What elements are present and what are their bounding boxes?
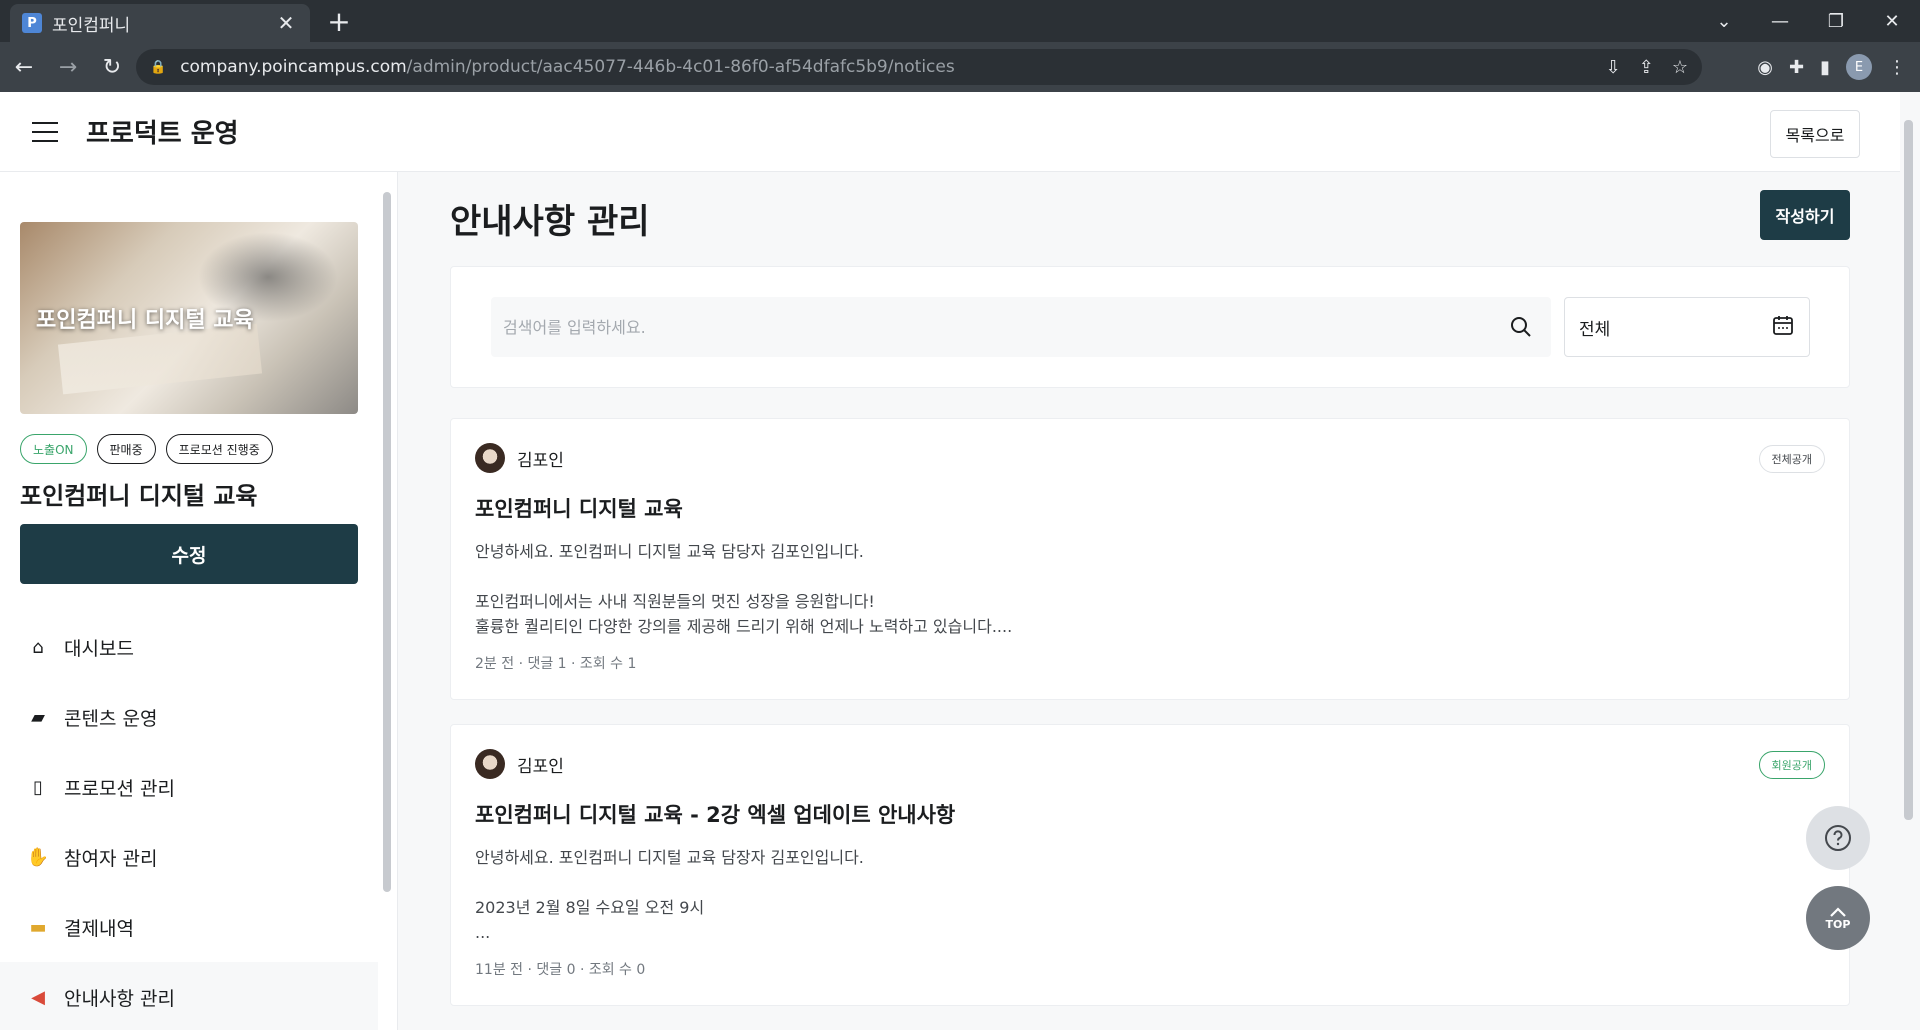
tab-search-icon[interactable]: ⌄ xyxy=(1696,0,1752,42)
lock-icon: 🔒 xyxy=(150,59,167,75)
sidebar-menu: ⌂ 대시보드 ▰ 콘텐츠 운영 ▯ 프로모션 관리 ✋ 참여자 관리 ▬ 결제내… xyxy=(0,612,378,1030)
product-name: 포인컴퍼니 디지털 교육 xyxy=(20,482,258,510)
avatar xyxy=(475,749,505,779)
star-icon[interactable]: ☆ xyxy=(1672,57,1688,78)
scroll-top-button[interactable]: TOP xyxy=(1806,886,1870,950)
address-bar: ← → ↻ 🔒 company.poincampus.com /admin/pr… xyxy=(0,42,1920,92)
write-button[interactable]: 작성하기 xyxy=(1760,190,1850,240)
kebab-menu-icon[interactable]: ⋮ xyxy=(1888,57,1906,78)
back-to-list-button[interactable]: 목록으로 xyxy=(1770,110,1860,158)
filter-value: 전체 xyxy=(1579,319,1611,340)
forward-arrow-icon[interactable]: → xyxy=(48,47,88,87)
url-path: /admin/product/aac45077-446b-4c01-86f0-a… xyxy=(406,57,955,77)
status-badge: 프로모션 진행중 xyxy=(165,434,273,464)
visibility-badge: 회원공개 xyxy=(1758,751,1825,779)
calendar-icon xyxy=(1771,313,1795,342)
restore-icon[interactable]: ❐ xyxy=(1808,0,1864,42)
calendar-icon: ▯ xyxy=(33,776,43,798)
search-box xyxy=(491,297,1551,357)
top-label: TOP xyxy=(1825,917,1851,931)
page-scrollbar[interactable] xyxy=(1904,120,1913,820)
sidebar-item-label: 안내사항 관리 xyxy=(64,987,175,1010)
sidebar-item-dashboard[interactable]: ⌂ 대시보드 xyxy=(0,612,378,682)
sidebar-item-notices[interactable]: ◀ 안내사항 관리 xyxy=(0,962,378,1030)
sidebar-item-promotion[interactable]: ▯ 프로모션 관리 xyxy=(0,752,378,822)
search-card: 전체 xyxy=(450,266,1850,388)
share-icon[interactable]: ⇪ xyxy=(1639,57,1654,78)
sidebar-item-contents[interactable]: ▰ 콘텐츠 운영 xyxy=(0,682,378,752)
sidebar-item-label: 대시보드 xyxy=(64,637,134,660)
thumbnail-label: 포인컴퍼니 디지털 교육 xyxy=(36,308,254,333)
tab-title: 포인컴퍼니 xyxy=(52,15,131,36)
url-field[interactable]: 🔒 company.poincampus.com /admin/product/… xyxy=(136,49,1702,85)
search-icon[interactable] xyxy=(1491,297,1551,357)
house-icon: ⌂ xyxy=(32,636,44,658)
sidebar: 포인컴퍼니 디지털 교육 노출ON 판매중 프로모션 진행중 포인컴퍼니 디지털… xyxy=(0,172,398,1030)
close-icon[interactable]: ✕ xyxy=(274,11,298,35)
minimize-icon[interactable]: — xyxy=(1752,0,1808,42)
notice-title: 포인컴퍼니 디지털 교육 xyxy=(475,497,683,521)
megaphone-icon: ◀ xyxy=(31,986,45,1008)
question-icon xyxy=(1825,825,1851,851)
header-title: 프로덕트 운영 xyxy=(86,119,239,149)
edit-button[interactable]: 수정 xyxy=(20,524,358,584)
notice-title: 포인컴퍼니 디지털 교육 - 2강 엑셀 업데이트 안내사항 xyxy=(475,803,956,827)
notice-meta: 11분 전 · 댓글 0 · 조회 수 0 xyxy=(475,962,646,978)
notice-meta: 2분 전 · 댓글 1 · 조회 수 1 xyxy=(475,656,637,672)
sidebar-item-label: 프로모션 관리 xyxy=(64,777,175,800)
author-name: 김포인 xyxy=(517,756,564,777)
status-badge: 노출ON xyxy=(20,434,87,464)
reload-icon[interactable]: ↻ xyxy=(92,47,132,87)
card-icon: ▬ xyxy=(29,916,47,938)
close-window-icon[interactable]: ✕ xyxy=(1864,0,1920,42)
page-title: 안내사항 관리 xyxy=(450,202,650,242)
status-badge: 판매중 xyxy=(96,434,156,464)
visibility-badge: 전체공개 xyxy=(1758,445,1825,473)
date-filter-select[interactable]: 전체 xyxy=(1564,297,1810,357)
browser-tab-bar: P 포인컴퍼니 ✕ + ⌄ — ❐ ✕ xyxy=(0,0,1920,42)
avatar xyxy=(475,443,505,473)
author-row: 김포인 xyxy=(475,443,564,473)
search-input[interactable] xyxy=(491,297,1491,357)
url-host: company.poincampus.com xyxy=(180,57,407,77)
window-controls: ⌄ — ❐ ✕ xyxy=(1696,0,1920,42)
notice-body: 안녕하세요. 포인컴퍼니 디지털 교육 담당자 김포인입니다. 포인컴퍼니에서는… xyxy=(475,542,1013,636)
camera-icon[interactable]: ◉ xyxy=(1757,57,1773,78)
hamburger-icon[interactable] xyxy=(32,121,58,142)
browser-tab[interactable]: P 포인컴퍼니 ✕ xyxy=(10,4,310,42)
notice-card[interactable]: 김포인 회원공개 포인컴퍼니 디지털 교육 - 2강 엑셀 업데이트 안내사항 … xyxy=(450,724,1850,1006)
sidebar-item-label: 참여자 관리 xyxy=(64,847,158,870)
status-badges: 노출ON 판매중 프로모션 진행중 xyxy=(20,434,273,464)
app-header: 프로덕트 운영 목록으로 xyxy=(0,92,1900,172)
back-arrow-icon[interactable]: ← xyxy=(4,47,44,87)
profile-avatar[interactable]: E xyxy=(1846,54,1872,80)
sidebar-item-payments[interactable]: ▬ 결제내역 xyxy=(0,892,378,962)
author-row: 김포인 xyxy=(475,749,564,779)
hand-icon: ✋ xyxy=(26,846,50,868)
folder-icon: ▰ xyxy=(31,706,45,728)
product-thumbnail: 포인컴퍼니 디지털 교육 xyxy=(20,222,358,414)
favicon-icon: P xyxy=(22,13,42,33)
puzzle-icon[interactable]: ✚ xyxy=(1789,57,1804,78)
install-icon[interactable]: ⇩ xyxy=(1606,57,1621,78)
sidebar-item-label: 콘텐츠 운영 xyxy=(64,707,158,730)
help-button[interactable] xyxy=(1806,806,1870,870)
sidebar-item-participants[interactable]: ✋ 참여자 관리 xyxy=(0,822,378,892)
main-content: 안내사항 관리 작성하기 전체 김포인 전체공개 포인컴퍼니 디지털 교육 안녕… xyxy=(400,172,1900,1030)
sidebar-scrollbar[interactable] xyxy=(383,192,391,892)
notice-body: 안녕하세요. 포인컴퍼니 디지털 교육 담장자 김포인입니다. 2023년 2월… xyxy=(475,848,864,942)
author-name: 김포인 xyxy=(517,450,564,471)
new-tab-icon[interactable]: + xyxy=(322,6,356,40)
sidepanel-icon[interactable]: ▮ xyxy=(1820,57,1830,78)
chevron-up-icon xyxy=(1830,906,1846,917)
sidebar-item-label: 결제내역 xyxy=(64,917,134,940)
notice-card[interactable]: 김포인 전체공개 포인컴퍼니 디지털 교육 안녕하세요. 포인컴퍼니 디지털 교… xyxy=(450,418,1850,700)
